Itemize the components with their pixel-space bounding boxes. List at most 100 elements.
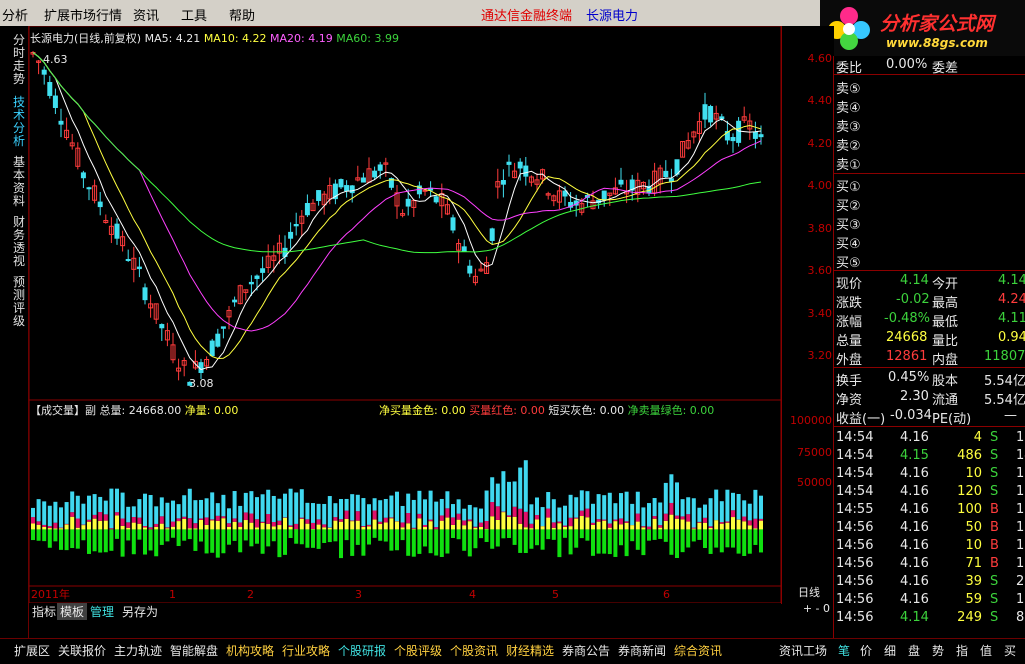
- volume-bar: [81, 525, 85, 526]
- volume-bar: [585, 491, 589, 508]
- subtab-manage[interactable]: 管理: [87, 603, 117, 620]
- tab-index[interactable]: 指: [956, 642, 968, 659]
- volume-bar: [429, 491, 433, 520]
- volume-bar: [731, 517, 735, 529]
- tab-stock-rating[interactable]: 个股评级: [394, 642, 442, 659]
- tab-value[interactable]: 值: [980, 642, 992, 659]
- sell-volume-bar: [664, 529, 668, 541]
- tick-time: 14:56: [836, 556, 873, 571]
- tab-institution[interactable]: 机构攻略: [226, 642, 274, 659]
- sell-volume-bar: [451, 529, 455, 538]
- volume-bar: [725, 490, 729, 522]
- tick-time: 14:54: [836, 484, 873, 499]
- volume-bar: [328, 528, 332, 530]
- volume-bar: [681, 516, 685, 519]
- tab-technical[interactable]: 技术分析: [13, 96, 27, 148]
- tab-stock-news[interactable]: 个股资讯: [450, 642, 498, 659]
- volume-bar: [154, 527, 158, 530]
- subtab-template[interactable]: 模板: [57, 603, 87, 620]
- tab-fundamentals[interactable]: 基本资料: [13, 156, 27, 208]
- tick-row: 14:544.16120S1: [834, 483, 1025, 501]
- kline-chart[interactable]: 2011年123456 长源电力(日线,前复权) MA5: 4.21 MA10:…: [29, 26, 781, 604]
- volume-bar: [389, 517, 393, 518]
- sell-volume-bar: [429, 529, 433, 553]
- volume-bar: [406, 513, 410, 523]
- sell-volume-bar: [205, 529, 209, 553]
- price-tick: 3.20: [808, 349, 833, 362]
- tab-main-track[interactable]: 主力轨迹: [114, 642, 162, 659]
- subtab-indicator[interactable]: 指标: [29, 603, 59, 620]
- volume-bar: [546, 509, 550, 518]
- volume-bar: [720, 524, 724, 530]
- sell-volume-bar: [350, 529, 354, 555]
- sell-volume-bar: [300, 529, 304, 544]
- tab-price[interactable]: 价: [860, 642, 872, 659]
- volume-bar: [591, 525, 595, 530]
- sell-volume-bar: [703, 529, 707, 548]
- volume-bar: [703, 523, 707, 530]
- menu-extended-market[interactable]: 扩展市场行情: [44, 5, 122, 24]
- tab-financials[interactable]: 财务透视: [13, 216, 27, 268]
- volume-bar: [546, 518, 550, 530]
- tab-buy[interactable]: 买: [1004, 642, 1016, 659]
- menu-help[interactable]: 帮助: [229, 5, 255, 24]
- candle-body: [737, 121, 741, 142]
- volume-bar: [104, 514, 108, 520]
- eps-label: 收益(一): [836, 408, 885, 427]
- volume-bar: [294, 492, 298, 523]
- tab-intraday[interactable]: 分时走势: [13, 34, 27, 86]
- buy-level-4: 买④: [836, 233, 861, 252]
- tab-detail[interactable]: 细: [884, 642, 896, 659]
- volume-bar: [748, 520, 752, 525]
- tab-extension[interactable]: 扩展区: [14, 642, 50, 659]
- tab-ticks[interactable]: 笔: [838, 642, 850, 659]
- volume-bar: [289, 527, 293, 530]
- volume-bar: [479, 527, 483, 529]
- volume-bar: [333, 503, 337, 517]
- tab-stock-research[interactable]: 个股研报: [338, 642, 386, 659]
- tab-finance-select[interactable]: 财经精选: [506, 642, 554, 659]
- legend-net-sell-green: 净卖量绿色: 0.00: [628, 404, 715, 417]
- volume-bar: [210, 492, 214, 519]
- volume-bar: [188, 518, 192, 528]
- volume-bar: [580, 490, 584, 510]
- volume-bar: [602, 495, 606, 519]
- tab-general-news[interactable]: 综合资讯: [674, 642, 722, 659]
- volume-bar: [625, 523, 629, 530]
- candle-body: [317, 191, 321, 201]
- volume-bar: [165, 503, 169, 528]
- tick-row: 14:544.15486S14: [834, 447, 1025, 465]
- tab-info-factory[interactable]: 资讯工场: [779, 642, 827, 659]
- volume-bar: [373, 498, 377, 510]
- tick-row: 14:544.164S1: [834, 429, 1025, 447]
- menu-news[interactable]: 资讯: [133, 5, 159, 24]
- menu-analysis[interactable]: 分析: [2, 5, 28, 24]
- volume-bar: [149, 495, 153, 527]
- tab-broker-notice[interactable]: 券商公告: [562, 642, 610, 659]
- zoom-controls[interactable]: + - 0: [803, 602, 830, 615]
- sell-volume-bar: [160, 529, 164, 544]
- tab-related-quote[interactable]: 关联报价: [58, 642, 106, 659]
- volume-bar: [367, 525, 371, 526]
- tab-broker-news[interactable]: 券商新闻: [618, 642, 666, 659]
- weibi-value: 0.00%: [886, 57, 927, 72]
- subtab-save-as[interactable]: 另存为: [119, 603, 161, 620]
- legend-ma10: MA10: 4.22: [204, 32, 267, 45]
- volume-bar: [417, 518, 421, 529]
- volume-value: 24668: [886, 330, 927, 345]
- volume-bar: [569, 495, 573, 518]
- tick-n: 1: [1016, 502, 1024, 517]
- volume-bar: [485, 529, 489, 530]
- menu-tools[interactable]: 工具: [181, 5, 207, 24]
- tab-book[interactable]: 盘: [908, 642, 920, 659]
- tab-industry[interactable]: 行业攻略: [282, 642, 330, 659]
- volume-bar: [373, 511, 377, 520]
- tab-forecast[interactable]: 预测评级: [13, 276, 27, 328]
- tick-time: 14:54: [836, 430, 873, 445]
- candle-body: [81, 173, 85, 178]
- tab-trend[interactable]: 势: [932, 642, 944, 659]
- tab-smart-analysis[interactable]: 智能解盘: [170, 642, 218, 659]
- sell-volume-bar: [753, 529, 757, 545]
- volume-bar: [574, 519, 578, 530]
- volume-bar: [569, 518, 573, 526]
